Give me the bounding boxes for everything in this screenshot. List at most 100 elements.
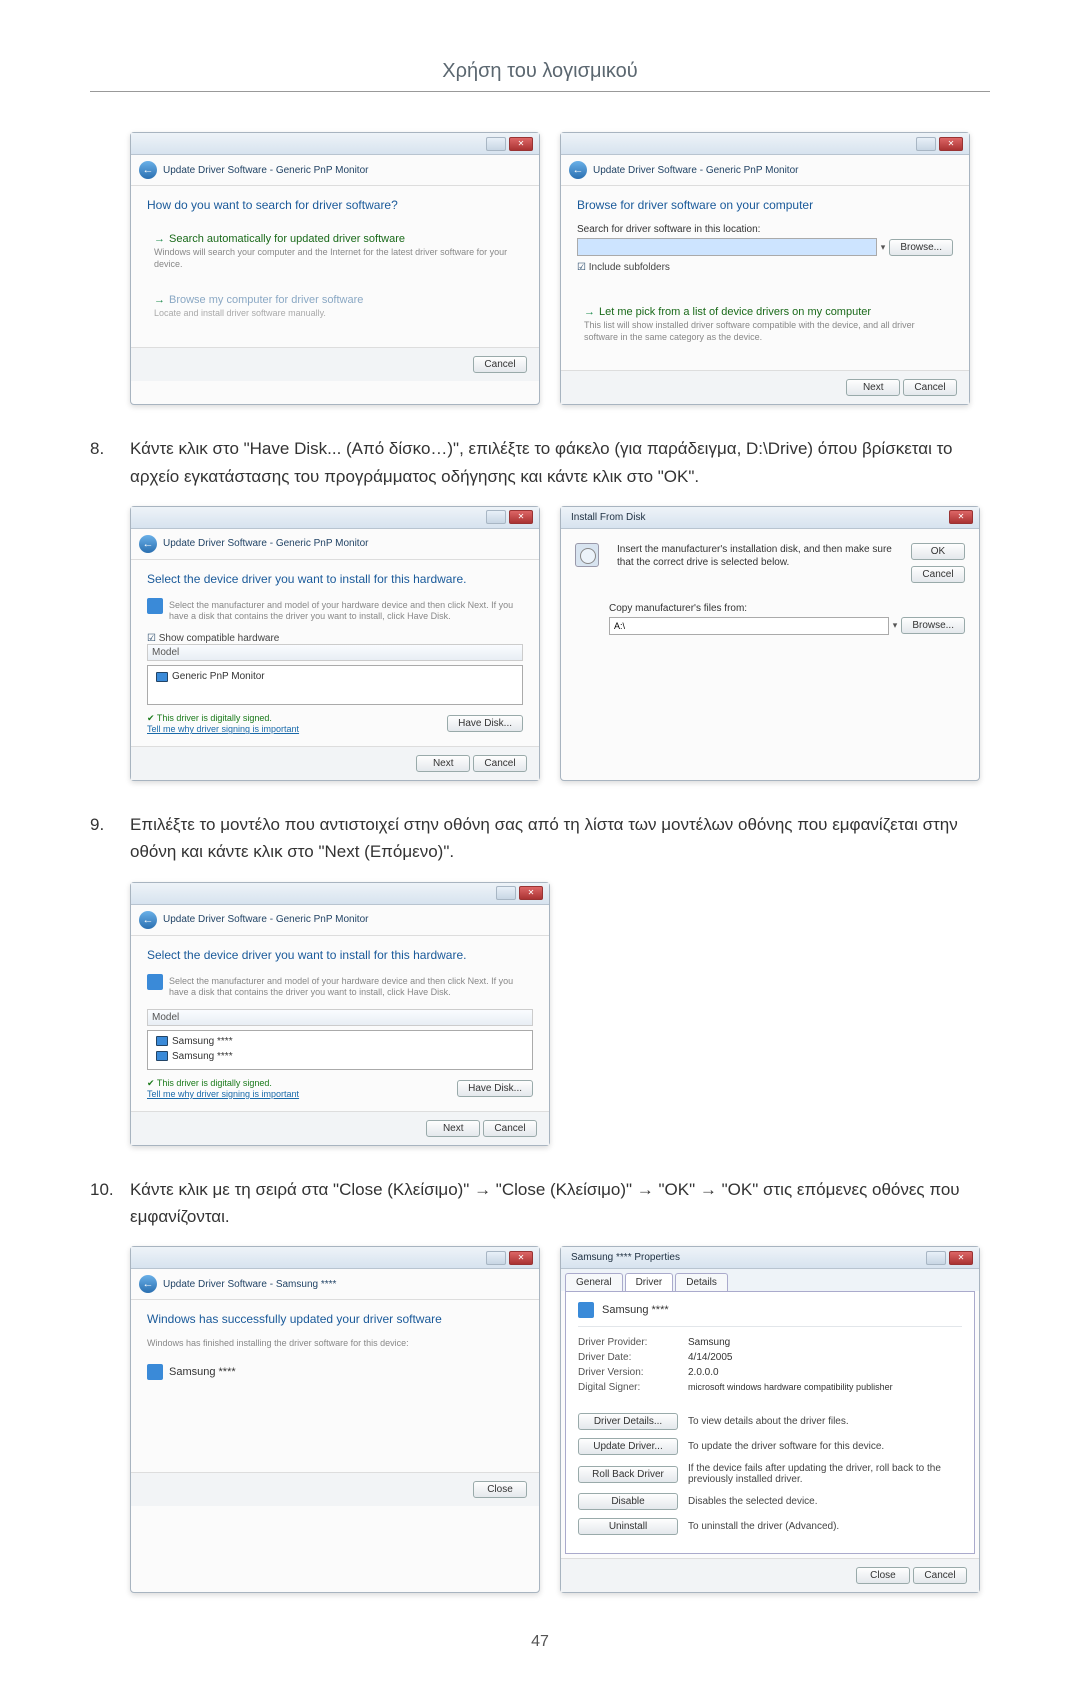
prompt-subtitle: Select the manufacturer and model of you… <box>169 976 533 999</box>
label-date: Driver Date: <box>578 1352 688 1363</box>
dropdown-icon[interactable]: ▾ <box>893 620 898 631</box>
breadcrumb-text: Update Driver Software - Generic PnP Mon… <box>593 165 798 176</box>
next-button[interactable]: Next <box>416 755 470 772</box>
monitor-icon <box>147 974 163 990</box>
min-icon[interactable] <box>486 137 506 151</box>
have-disk-button[interactable]: Have Disk... <box>447 715 523 732</box>
tab-driver[interactable]: Driver <box>625 1273 674 1291</box>
prompt-subtitle: Select the manufacturer and model of you… <box>169 600 523 623</box>
back-icon[interactable]: ← <box>139 161 157 179</box>
tab-general[interactable]: General <box>565 1273 623 1291</box>
dropdown-icon[interactable]: ▾ <box>881 242 886 253</box>
copy-from-input[interactable] <box>609 617 889 635</box>
value-version: 2.0.0.0 <box>688 1367 719 1378</box>
min-icon[interactable] <box>496 886 516 900</box>
prompt-text: How do you want to search for driver sof… <box>147 198 523 212</box>
disk-icon <box>575 543 599 567</box>
back-icon[interactable]: ← <box>569 161 587 179</box>
cancel-button[interactable]: Cancel <box>911 566 965 583</box>
min-icon[interactable] <box>916 137 936 151</box>
model-list[interactable]: Generic PnP Monitor <box>147 665 523 705</box>
list-item-label: Samsung **** <box>172 1051 233 1062</box>
desc-update: To update the driver software for this d… <box>688 1441 962 1452</box>
success-text: Windows has successfully updated your dr… <box>147 1312 523 1326</box>
close-icon[interactable]: ✕ <box>509 510 533 524</box>
have-disk-button[interactable]: Have Disk... <box>457 1080 533 1097</box>
back-icon[interactable]: ← <box>139 535 157 553</box>
breadcrumb: ← Update Driver Software - Generic PnP M… <box>131 155 539 186</box>
titlebar: ✕ <box>131 507 539 529</box>
why-signing-link[interactable]: Tell me why driver signing is important <box>147 1089 299 1099</box>
why-signing-link[interactable]: Tell me why driver signing is important <box>147 724 299 734</box>
tab-details[interactable]: Details <box>675 1273 728 1291</box>
tab-bar: General Driver Details <box>561 1269 979 1291</box>
prompt-text: Select the device driver you want to ins… <box>147 572 523 586</box>
step-number: 10. <box>90 1176 130 1230</box>
include-subfolders-checkbox[interactable]: Include subfolders <box>577 262 953 273</box>
close-icon[interactable]: ✕ <box>949 1251 973 1265</box>
device-name: Samsung **** <box>602 1304 669 1316</box>
cancel-button[interactable]: Cancel <box>913 1567 967 1584</box>
option-subtitle: Locate and install driver software manua… <box>154 308 516 320</box>
option-auto-search[interactable]: Search automatically for updated driver … <box>147 224 523 279</box>
dialog-select-model: ✕ ← Update Driver Software - Generic PnP… <box>130 882 550 1146</box>
breadcrumb-text: Update Driver Software - Generic PnP Mon… <box>163 914 368 925</box>
monitor-icon <box>156 1051 168 1061</box>
option-subtitle: This list will show installed driver sof… <box>584 320 946 343</box>
browse-button[interactable]: Browse... <box>889 239 953 256</box>
help-icon[interactable] <box>926 1251 946 1265</box>
path-input[interactable] <box>577 238 877 256</box>
titlebar: ✕ <box>561 133 969 155</box>
list-item[interactable]: Samsung **** <box>152 1034 528 1049</box>
close-icon[interactable]: ✕ <box>939 137 963 151</box>
back-icon[interactable]: ← <box>139 911 157 929</box>
step-number: 8. <box>90 435 130 489</box>
min-icon[interactable] <box>486 510 506 524</box>
dialog-device-properties: Samsung **** Properties ✕ General Driver… <box>560 1246 980 1593</box>
close-icon[interactable]: ✕ <box>949 510 973 524</box>
step-text: Κάντε κλικ με τη σειρά στα "Close (Κλείσ… <box>130 1176 990 1230</box>
step-text: Επιλέξτε το μοντέλο που αντιστοιχεί στην… <box>130 811 990 865</box>
screenshot-row-3: ✕ ← Update Driver Software - Generic PnP… <box>130 882 990 1146</box>
screenshot-row-2: ✕ ← Update Driver Software - Generic PnP… <box>130 506 990 781</box>
cancel-button[interactable]: Cancel <box>473 356 527 373</box>
list-item[interactable]: Generic PnP Monitor <box>152 669 518 684</box>
browse-button[interactable]: Browse... <box>901 617 965 634</box>
rollback-button[interactable]: Roll Back Driver <box>578 1466 678 1483</box>
close-icon[interactable]: ✕ <box>519 886 543 900</box>
monitor-icon <box>156 1036 168 1046</box>
close-button[interactable]: Close <box>473 1481 527 1498</box>
prompt-text: Browse for driver software on your compu… <box>577 198 953 212</box>
prompt-text: Select the device driver you want to ins… <box>147 948 533 962</box>
disable-button[interactable]: Disable <box>578 1493 678 1510</box>
option-pick-from-list[interactable]: Let me pick from a list of device driver… <box>577 297 953 352</box>
next-button[interactable]: Next <box>846 379 900 396</box>
step-text: Κάντε κλικ στο "Have Disk... (Από δίσκο…… <box>130 435 990 489</box>
back-icon[interactable]: ← <box>139 1275 157 1293</box>
breadcrumb-text: Update Driver Software - Generic PnP Mon… <box>163 165 368 176</box>
model-list[interactable]: Samsung **** Samsung **** <box>147 1030 533 1070</box>
titlebar: ✕ <box>131 1247 539 1269</box>
close-icon[interactable]: ✕ <box>509 1251 533 1265</box>
ok-button[interactable]: OK <box>911 543 965 560</box>
titlebar: ✕ <box>131 883 549 905</box>
update-driver-button[interactable]: Update Driver... <box>578 1438 678 1455</box>
driver-details-button[interactable]: Driver Details... <box>578 1413 678 1430</box>
next-button[interactable]: Next <box>426 1120 480 1137</box>
option-browse-computer[interactable]: Browse my computer for driver software L… <box>147 285 523 329</box>
monitor-icon <box>156 672 168 682</box>
cancel-button[interactable]: Cancel <box>483 1120 537 1137</box>
option-title: Let me pick from a list of device driver… <box>584 306 946 318</box>
list-item[interactable]: Samsung **** <box>152 1049 528 1064</box>
close-button[interactable]: Close <box>856 1567 910 1584</box>
step-8: 8. Κάντε κλικ στο "Have Disk... (Από δίσ… <box>90 435 990 489</box>
breadcrumb: ← Update Driver Software - Samsung **** <box>131 1269 539 1300</box>
show-compatible-checkbox[interactable]: Show compatible hardware <box>147 633 523 644</box>
cancel-button[interactable]: Cancel <box>473 755 527 772</box>
label-signer: Digital Signer: <box>578 1382 688 1393</box>
value-provider: Samsung <box>688 1337 730 1348</box>
close-icon[interactable]: ✕ <box>509 137 533 151</box>
device-name: Samsung **** <box>169 1366 236 1378</box>
min-icon[interactable] <box>486 1251 506 1265</box>
cancel-button[interactable]: Cancel <box>903 379 957 396</box>
